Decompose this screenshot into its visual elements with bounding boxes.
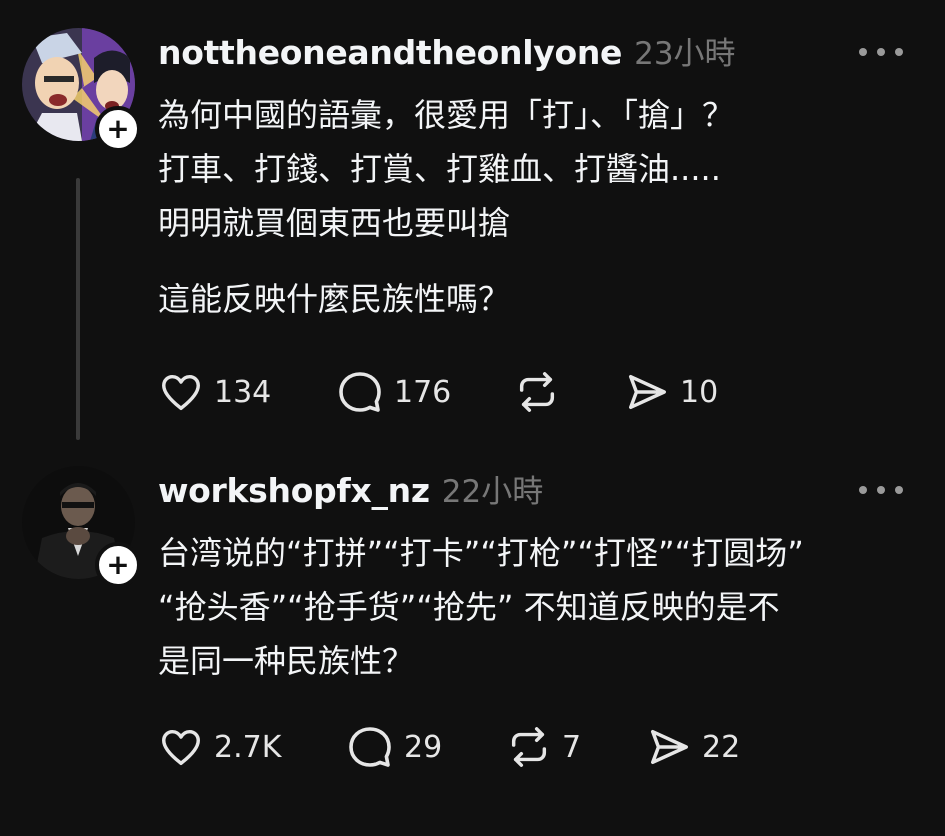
post-header: workshopfx_nz 22小時 <box>158 466 543 516</box>
post-header: nottheoneandtheonlyone 23小時 <box>158 28 736 78</box>
like-button[interactable]: 134 <box>158 367 271 417</box>
send-paper-plane-icon <box>628 374 666 410</box>
more-dots-icon <box>859 486 867 494</box>
comment-count: 29 <box>404 729 443 765</box>
post-body: 為何中國的語彙，很愛用「打」、「搶」？ 打車、打錢、打賞、打雞血、打醬油....… <box>158 88 918 326</box>
repost-button[interactable]: 7 <box>506 722 581 772</box>
more-dots-icon <box>895 486 903 494</box>
share-button[interactable]: 10 <box>624 367 718 417</box>
heart-icon <box>162 729 200 766</box>
more-dots-icon <box>877 486 885 494</box>
speech-bubble-icon <box>349 727 391 767</box>
like-count: 134 <box>214 374 272 410</box>
share-button[interactable]: 22 <box>646 722 740 772</box>
post-text-line: 是同一种民族性？ <box>158 642 415 680</box>
follow-button[interactable]: + <box>95 542 141 588</box>
timestamp: 22小時 <box>441 474 544 510</box>
like-count: 2.7K <box>214 729 282 765</box>
post-text-line: 這能反映什麼民族性嗎？ <box>158 280 511 318</box>
comment-count: 176 <box>394 374 452 410</box>
post-text-line: 明明就買個東西也要叫搶 <box>158 204 511 242</box>
heart-icon <box>162 374 200 411</box>
repost-arrows-icon <box>511 727 547 767</box>
send-paper-plane-icon <box>650 729 688 765</box>
comment-button[interactable]: 29 <box>346 722 442 772</box>
more-dots-icon <box>895 48 903 56</box>
post-body: 台湾说的“打拼”“打卡”“打枪”“打怪”“打圆场” “抢头香”“抢手货”“抢先”… <box>158 526 918 688</box>
thread-post: + workshopfx_nz 22小時 台湾说的“打拼”“打卡”“打枪”“打怪… <box>0 460 945 836</box>
more-options-button[interactable] <box>859 480 903 500</box>
more-options-button[interactable] <box>859 42 903 62</box>
repost-arrows-icon <box>519 372 555 412</box>
share-count: 10 <box>680 374 719 410</box>
speech-bubble-icon <box>339 372 381 412</box>
more-dots-icon <box>877 48 885 56</box>
like-button[interactable]: 2.7K <box>158 722 281 772</box>
follow-button[interactable]: + <box>95 106 141 152</box>
share-count: 22 <box>702 729 741 765</box>
timestamp: 23小時 <box>634 36 736 72</box>
thread-post: + nottheoneandtheonlyone 23小時 為何中國的語彙，很愛… <box>0 0 945 460</box>
comment-button[interactable]: 176 <box>336 367 451 417</box>
username[interactable]: nottheoneandtheonlyone <box>158 33 622 72</box>
post-text-line: 為何中國的語彙，很愛用「打」、「搶」？ <box>158 96 735 134</box>
thread-connector-line <box>76 178 80 440</box>
post-text-line: 打車、打錢、打賞、打雞血、打醬油..... <box>158 150 721 188</box>
repost-count: 7 <box>562 729 582 765</box>
post-text-line: 台湾说的“打拼”“打卡”“打枪”“打怪”“打圆场” <box>158 534 804 572</box>
repost-button[interactable] <box>514 367 570 417</box>
post-text-line: “抢头香”“抢手货”“抢先” 不知道反映的是不 <box>158 588 780 626</box>
username[interactable]: workshopfx_nz <box>158 471 430 510</box>
more-dots-icon <box>859 48 867 56</box>
